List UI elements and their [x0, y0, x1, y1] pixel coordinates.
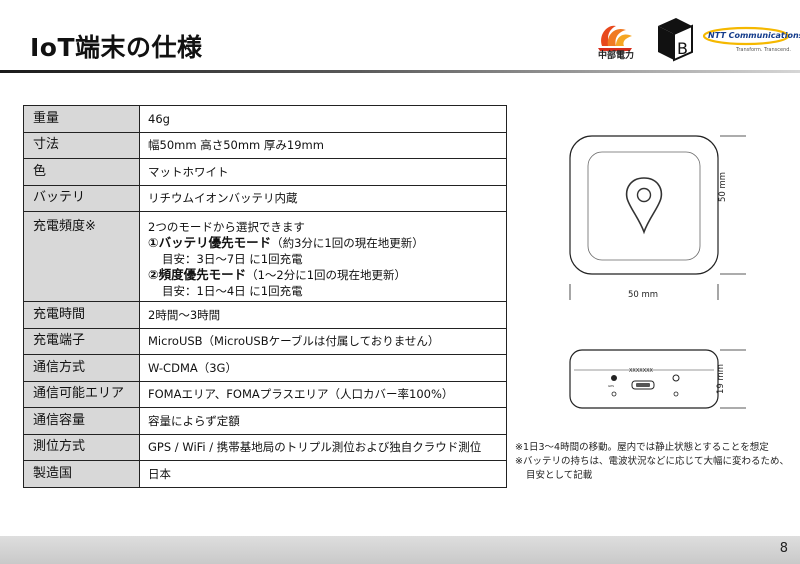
- page-title: IoT端末の仕様: [30, 33, 203, 62]
- spec-value: 幅50mm 高さ50mm 厚み19mm: [139, 131, 507, 159]
- spec-value: 46g: [139, 105, 507, 133]
- mode2-detail: 目安：1日～4日 に1回充電: [162, 284, 303, 298]
- spec-key: 製造国: [23, 460, 140, 488]
- mode2-line: ②頻度優先モード（1～2分に1回の現在地更新）: [148, 267, 498, 283]
- mode1-paren: （約3分に1回の現在地更新）: [271, 236, 424, 250]
- spec-value: リチウムイオンバッテリ内蔵: [139, 184, 507, 212]
- device-diagram: GPS 50 mm 50 mm 19 mm XXXXXXX: [560, 132, 746, 412]
- spec-key: 重量: [23, 105, 140, 133]
- spec-key: 寸法: [23, 131, 140, 159]
- indicator-icon: [611, 375, 617, 381]
- side-serial-label: XXXXXXX: [629, 368, 653, 374]
- footnote-1: ※1日3～4時間の移動。屋内では静止状態とすることを想定: [515, 442, 769, 453]
- spec-value: 2時間～3時間: [139, 301, 507, 329]
- table-row: 通信方式 W-CDMA（3G）: [23, 354, 507, 382]
- spec-value: GPS / WiFi / 携帯基地局のトリプル測位および独自クラウド測位: [139, 433, 507, 461]
- spec-value: FOMAエリア、FOMAプラスエリア（人口カバー率100%）: [139, 380, 507, 408]
- table-row: 充電時間 2時間～3時間: [23, 301, 507, 329]
- logo-group: 中部電力 B NTT Communications Transform. Tra…: [594, 12, 800, 64]
- footnote-2: ※バッテリの持ちは、電波状況などに応じて大幅に変わるため、: [515, 456, 789, 467]
- spec-key: 充電時間: [23, 301, 140, 329]
- mode1-line: ①バッテリ優先モード（約3分に1回の現在地更新）: [148, 235, 498, 251]
- b-letter: B: [677, 39, 688, 58]
- spec-value: 日本: [139, 460, 507, 488]
- table-row: 色 マットホワイト: [23, 158, 507, 186]
- table-row: 通信可能エリア FOMAエリア、FOMAプラスエリア（人口カバー率100%）: [23, 380, 507, 408]
- charge-intro: 2つのモードから選択できます: [148, 220, 305, 234]
- spec-value: W-CDMA（3G）: [139, 354, 507, 382]
- spec-value: 容量によらず定額: [139, 407, 507, 435]
- button-icon: [672, 374, 680, 382]
- chubu-logo-text: 中部電力: [597, 51, 634, 61]
- spec-key: 充電頻度※: [23, 211, 140, 302]
- footnote-2-cont: 目安として記載: [526, 470, 593, 481]
- spec-value: マットホワイト: [139, 158, 507, 186]
- b-cube-logo: B: [658, 18, 693, 62]
- spec-key: 測位方式: [23, 433, 140, 461]
- spec-key: 通信可能エリア: [23, 380, 140, 408]
- ntt-logo-name: NTT Communications: [708, 31, 800, 40]
- table-row: バッテリ リチウムイオンバッテリ内蔵: [23, 184, 507, 212]
- spec-key: 通信方式: [23, 354, 140, 382]
- spec-value: MicroUSB（MicroUSBケーブルは付属しておりません）: [139, 327, 507, 355]
- thickness-dimension-label: 19 mm: [716, 363, 726, 394]
- table-row: 充電端子 MicroUSB（MicroUSBケーブルは付属しておりません）: [23, 327, 507, 355]
- table-row: 製造国 日本: [23, 460, 507, 488]
- mode1-detail: 目安：3日～7日 に1回充電: [162, 252, 303, 266]
- spec-key: 色: [23, 158, 140, 186]
- table-row: 寸法 幅50mm 高さ50mm 厚み19mm: [23, 131, 507, 159]
- spec-key: 充電端子: [23, 327, 140, 355]
- ntt-logo-tagline: Transform. Transcend.: [736, 47, 792, 53]
- mode2-title: ②頻度優先モード: [148, 267, 247, 282]
- page-number: 8: [779, 541, 788, 556]
- table-row: 通信容量 容量によらず定額: [23, 407, 507, 435]
- mode2-paren: （1～2分に1回の現在地更新）: [246, 268, 407, 282]
- mode1-title: ①バッテリ優先モード: [148, 235, 272, 250]
- footer-bar: 8: [0, 536, 800, 564]
- svg-text:GPS: GPS: [608, 384, 614, 388]
- title-underline: [0, 70, 800, 73]
- table-row: 充電頻度※ 2つのモードから選択できます ①バッテリ優先モード（約3分に1回の現…: [23, 211, 507, 302]
- width-dimension-label: 50 mm: [628, 290, 659, 300]
- spec-key: バッテリ: [23, 184, 140, 212]
- footnotes: ※1日3～4時間の移動。屋内では静止状態とすることを想定 ※バッテリの持ちは、電…: [515, 441, 800, 483]
- spec-key: 通信容量: [23, 407, 140, 435]
- charge-frequency-cell: 2つのモードから選択できます ①バッテリ優先モード（約3分に1回の現在地更新） …: [139, 211, 507, 302]
- ntt-communications-logo: NTT Communications Transform. Transcend.: [702, 26, 800, 60]
- table-row: 重量 46g: [23, 105, 507, 133]
- table-row: 測位方式 GPS / WiFi / 携帯基地局のトリプル測位および独自クラウド測…: [23, 433, 507, 461]
- height-dimension-label: 50 mm: [718, 171, 728, 202]
- spec-table: 重量 46g 寸法 幅50mm 高さ50mm 厚み19mm 色 マットホワイト …: [23, 105, 507, 488]
